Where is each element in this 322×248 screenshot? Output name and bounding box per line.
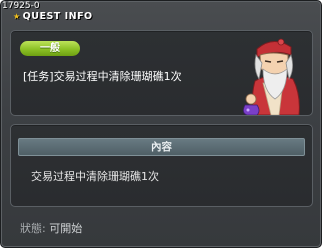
quest-info-window: 17925-0 ★QUEST INFO 一般 [任务]交易过程中清除珊瑚礁1次 bbox=[0, 0, 322, 248]
window-title-text: QUEST INFO bbox=[22, 11, 93, 22]
star-icon: ★ bbox=[13, 12, 21, 21]
status-value: 可開始 bbox=[49, 222, 83, 235]
quest-id-label: 17925-0 bbox=[2, 1, 40, 11]
quest-summary-panel: 一般 [任务]交易过程中清除珊瑚礁1次 bbox=[10, 30, 313, 116]
quest-name: [任务]交易过程中清除珊瑚礁1次 bbox=[23, 70, 182, 83]
quest-status: 狀態: 可開始 bbox=[20, 222, 82, 236]
content-description: 交易过程中清除珊瑚礁1次 bbox=[31, 170, 159, 183]
quest-content-panel: 內容 交易过程中清除珊瑚礁1次 bbox=[10, 124, 313, 207]
quest-category-badge: 一般 bbox=[20, 41, 80, 56]
content-header: 內容 bbox=[18, 138, 305, 156]
window-title: ★ QUEST INFO bbox=[13, 11, 93, 23]
npc-portrait-icon bbox=[243, 38, 300, 115]
status-label: 狀態: bbox=[20, 222, 46, 235]
